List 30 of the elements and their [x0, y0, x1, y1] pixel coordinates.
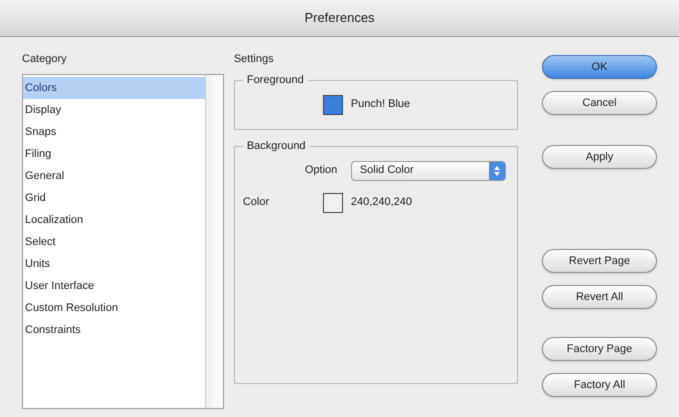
color-name: 240,240,240: [350, 195, 412, 210]
dialog-button[interactable]: Revert All: [542, 285, 657, 309]
category-item[interactable]: Grid: [23, 186, 205, 208]
category-item[interactable]: User Interface: [23, 274, 205, 296]
dialog-button[interactable]: Revert Page: [542, 249, 657, 273]
ok-button[interactable]: OK: [542, 55, 657, 79]
category-item[interactable]: Colors: [23, 76, 205, 98]
dropdown-arrows-icon: [488, 162, 505, 180]
color-name: Punch! Blue: [350, 97, 410, 112]
category-label: Category: [22, 52, 68, 67]
dialog-button[interactable]: Factory All: [542, 373, 657, 397]
color-swatch[interactable]: [322, 192, 343, 212]
dialog-button[interactable]: Factory Page: [542, 337, 657, 361]
category-item[interactable]: Select: [23, 230, 205, 252]
window-title: Preferences: [304, 9, 375, 28]
category-item[interactable]: Constraints: [23, 318, 205, 340]
category-item[interactable]: Snaps: [23, 120, 205, 142]
category-item[interactable]: Filing: [23, 142, 205, 164]
color-label: Color: [242, 195, 270, 210]
option-dropdown[interactable]: Solid Color: [350, 160, 506, 180]
dialog-button[interactable]: Cancel: [542, 91, 657, 115]
category-item[interactable]: Units: [23, 252, 205, 274]
category-item[interactable]: General: [23, 164, 205, 186]
category-item[interactable]: Display: [23, 98, 205, 120]
category-item[interactable]: Custom Resolution: [23, 296, 205, 318]
dialog-button[interactable]: Apply: [542, 145, 657, 169]
option-label: Option: [304, 163, 338, 178]
color-swatch[interactable]: [322, 94, 343, 114]
settings-label: Settings: [234, 52, 275, 67]
category-item[interactable]: Localization: [23, 208, 205, 230]
